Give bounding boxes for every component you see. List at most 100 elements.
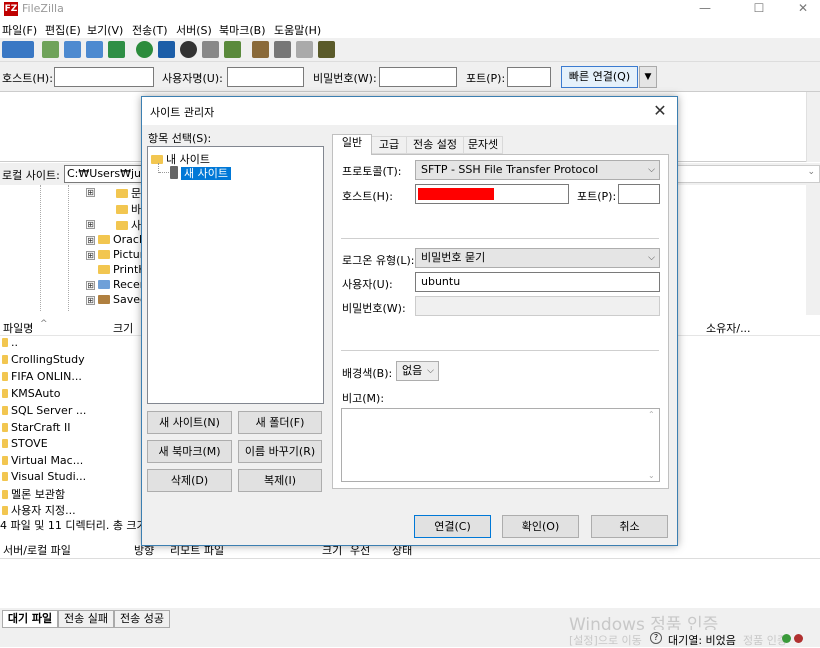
process-queue-icon[interactable] — [158, 41, 175, 58]
folder-icon — [2, 338, 8, 347]
remote-tree-scrollbar[interactable] — [806, 185, 820, 315]
col-owner[interactable]: 소유자/... — [706, 320, 751, 336]
menu-view[interactable]: 보기(V) — [87, 22, 123, 38]
toggle-local-tree-icon[interactable] — [64, 41, 81, 58]
toggle-queue-icon[interactable] — [108, 41, 125, 58]
compare-icon[interactable] — [274, 41, 291, 58]
delete-button[interactable]: 삭제(D) — [147, 469, 232, 492]
tree-expander-icon[interactable]: ⊞ — [86, 236, 95, 245]
quick-pass-input[interactable] — [379, 67, 457, 87]
tree-item[interactable]: Pictur — [98, 248, 144, 261]
maximize-icon[interactable]: ☐ — [736, 0, 782, 18]
tab-charset[interactable]: 문자셋 — [463, 136, 503, 154]
tree-item[interactable]: 사 — [116, 217, 141, 233]
logon-type-select[interactable]: 비밀번호 묻기 ⌵ — [415, 248, 660, 268]
tab-successful-transfers[interactable]: 전송 성공 — [114, 610, 170, 628]
minimize-icon[interactable]: — — [682, 0, 728, 18]
dialog-close-icon[interactable]: ✕ — [651, 101, 669, 120]
list-item[interactable]: Virtual Mac... — [2, 454, 83, 467]
tab-general[interactable]: 일반 — [332, 134, 372, 155]
tree-item[interactable]: 바 — [116, 201, 141, 217]
tree-expander-icon[interactable]: ⊞ — [86, 220, 95, 229]
reconnect-icon[interactable] — [224, 41, 241, 58]
menu-server[interactable]: 서버(S) — [176, 22, 212, 38]
list-item[interactable]: StarCraft II — [2, 421, 70, 434]
directory-filter-icon[interactable] — [252, 41, 269, 58]
protocol-select[interactable]: SFTP - SSH File Transfer Protocol ⌵ — [415, 160, 660, 180]
log-scrollbar[interactable] — [806, 92, 820, 162]
menu-transfer[interactable]: 전송(T) — [132, 22, 168, 38]
refresh-icon[interactable] — [136, 41, 153, 58]
list-item[interactable]: CrollingStudy — [2, 353, 85, 366]
duplicate-button[interactable]: 복제(I) — [238, 469, 322, 492]
list-item[interactable]: STOVE — [2, 437, 48, 450]
tree-item[interactable]: PrintH — [98, 263, 147, 276]
tab-advanced[interactable]: 고급 — [371, 136, 407, 154]
scroll-up-icon[interactable]: ⌃ — [648, 410, 655, 419]
password-input[interactable] — [415, 296, 660, 316]
file-list: .. CrollingStudy FIFA ONLIN... KMSAuto S… — [0, 336, 142, 518]
menu-bookmarks[interactable]: 북마크(B) — [219, 22, 266, 38]
list-item[interactable]: .. — [2, 336, 18, 349]
comments-scrollbar[interactable]: ⌃ ⌄ — [645, 409, 659, 481]
tree-expander-icon[interactable]: ⊞ — [86, 281, 95, 290]
user-input[interactable]: ubuntu — [415, 272, 660, 292]
tree-expander-icon[interactable]: ⊞ — [86, 251, 95, 260]
tree-item[interactable]: Recen — [98, 278, 147, 291]
tab-queued-files[interactable]: 대기 파일 — [2, 610, 58, 628]
new-site-button[interactable]: 새 사이트(N) — [147, 411, 232, 434]
sync-browse-icon[interactable] — [296, 41, 313, 58]
col-filename[interactable]: 파일명 — [3, 320, 33, 336]
scroll-down-icon[interactable]: ⌄ — [648, 471, 655, 480]
tree-guide-line — [159, 172, 169, 173]
cancel-operation-icon[interactable] — [180, 41, 197, 58]
list-item[interactable]: 멜론 보관함 — [2, 486, 65, 502]
list-item[interactable]: 사용자 지정... — [2, 502, 76, 518]
tree-item[interactable]: Saved — [98, 293, 147, 306]
menu-file[interactable]: 파일(F) — [2, 22, 37, 38]
tree-expander-icon[interactable]: ⊞ — [86, 188, 95, 197]
col-server-local-file[interactable]: 서버/로컬 파일 — [3, 542, 71, 558]
comments-label: 비고(M): — [342, 392, 385, 405]
tab-failed-transfers[interactable]: 전송 실패 — [58, 610, 114, 628]
bgcolor-select[interactable]: 없음 ⌵ — [396, 361, 439, 381]
close-window-icon[interactable]: ✕ — [780, 0, 820, 18]
tree-item[interactable]: 문 — [116, 185, 141, 201]
list-item[interactable]: Visual Studi... — [2, 470, 86, 483]
quick-host-input[interactable] — [54, 67, 154, 87]
new-bookmark-button[interactable]: 새 북마크(M) — [147, 440, 232, 463]
tree-expander-icon[interactable]: ⊞ — [86, 296, 95, 305]
user-label: 사용자(U): — [342, 278, 393, 291]
folder-icon — [2, 490, 8, 499]
host-input[interactable] — [415, 184, 569, 204]
comments-textarea[interactable]: ⌃ ⌄ — [341, 408, 660, 482]
disconnect-icon[interactable] — [202, 41, 219, 58]
new-folder-button[interactable]: 새 폴더(F) — [238, 411, 322, 434]
site-manager-icon[interactable] — [2, 41, 34, 58]
remote-path-input[interactable]: ⌄ — [676, 165, 820, 183]
toggle-remote-tree-icon[interactable] — [86, 41, 103, 58]
quick-connect-dropdown[interactable]: ▼ — [639, 66, 657, 88]
toggle-log-icon[interactable] — [42, 41, 59, 58]
ok-button[interactable]: 확인(O) — [502, 515, 579, 538]
cancel-button[interactable]: 취소 — [591, 515, 668, 538]
menu-help[interactable]: 도움말(H) — [274, 22, 321, 38]
search-files-icon[interactable] — [318, 41, 335, 58]
folder-icon — [2, 406, 8, 415]
list-item[interactable]: KMSAuto — [2, 387, 60, 400]
col-size[interactable]: 크기 — [113, 320, 133, 336]
folder-icon — [2, 372, 8, 381]
rename-button[interactable]: 이름 바꾸기(R) — [238, 440, 322, 463]
quick-connect-button[interactable]: 빠른 연결(Q) — [561, 66, 638, 88]
list-item[interactable]: SQL Server ... — [2, 404, 86, 417]
quick-user-input[interactable] — [227, 67, 304, 87]
local-path-input[interactable]: C:₩Users₩justi₩ — [64, 165, 144, 183]
local-tree: ⊞ 문 바 ⊞ 사 ⊞ Oracle ⊞ Pictur PrintH ⊞ Rec… — [0, 185, 149, 311]
tab-transfer-settings[interactable]: 전송 설정 — [406, 136, 464, 154]
quick-port-input[interactable] — [507, 67, 551, 87]
connect-button[interactable]: 연결(C) — [414, 515, 491, 538]
port-input[interactable] — [618, 184, 660, 204]
menu-edit[interactable]: 편집(E) — [45, 22, 81, 38]
list-item[interactable]: FIFA ONLIN... — [2, 370, 82, 383]
tree-node-new-site[interactable]: 새 사이트 — [181, 165, 231, 181]
